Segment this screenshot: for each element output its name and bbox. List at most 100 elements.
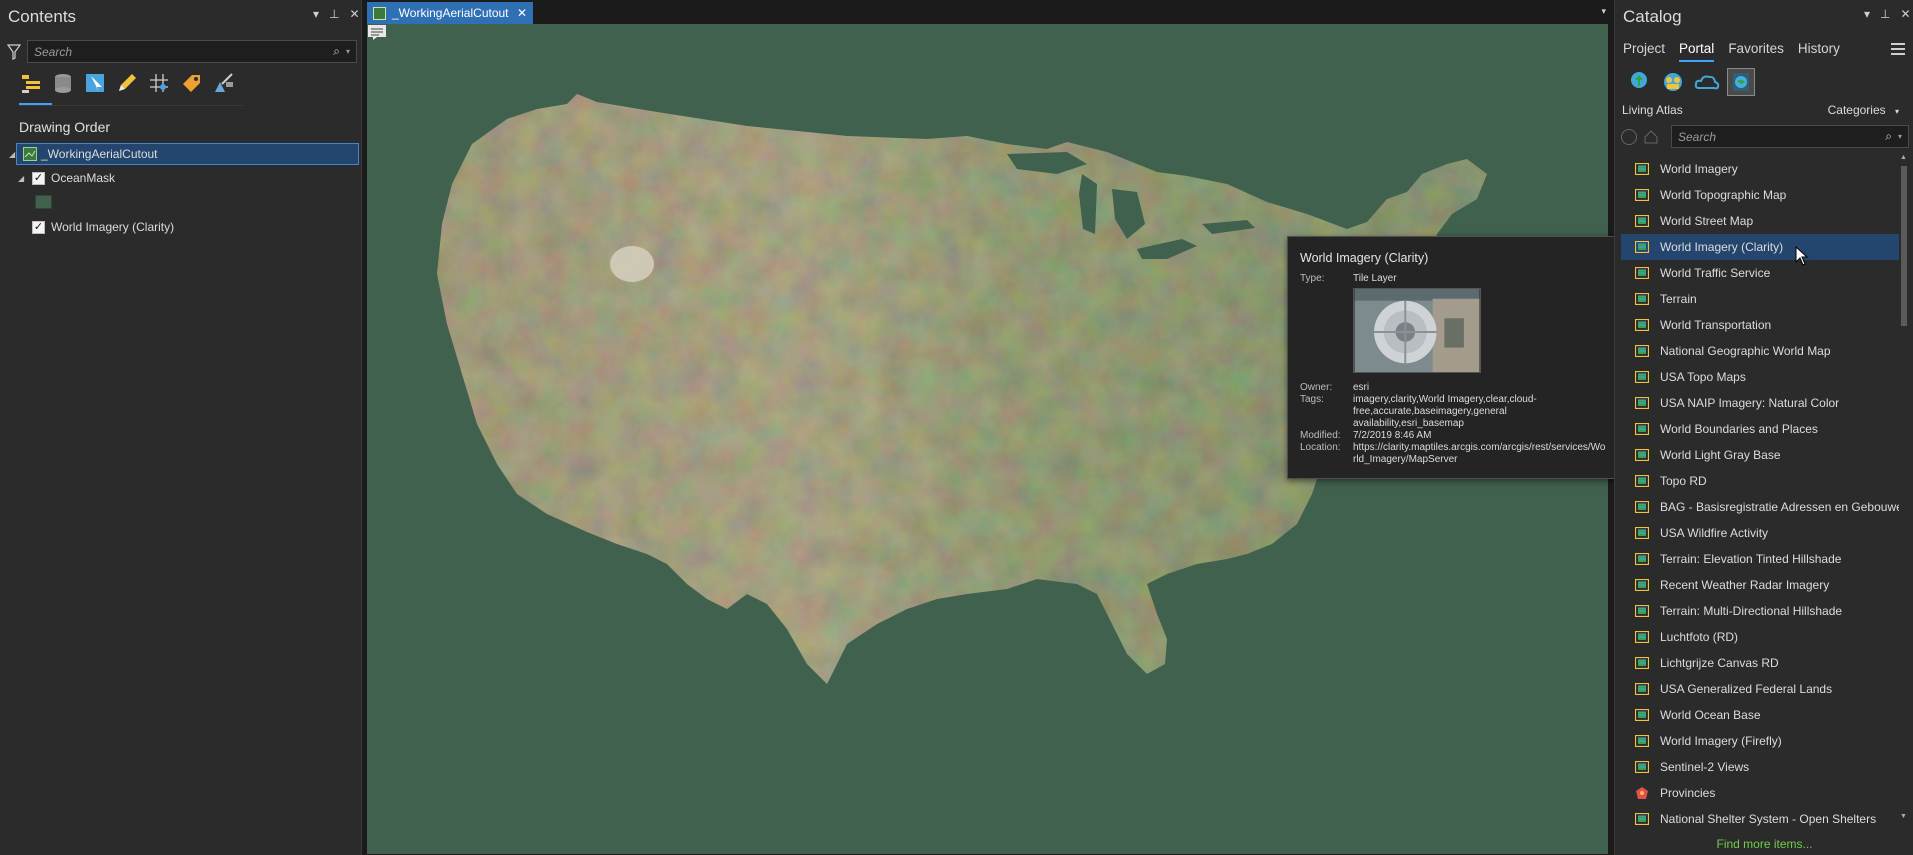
catalog-list-item[interactable]: Terrain [1621, 286, 1899, 312]
catalog-item-label: National Geographic World Map [1660, 344, 1831, 358]
catalog-item-label: Terrain: Multi-Directional Hillshade [1660, 604, 1843, 618]
search-options-chevron-icon[interactable]: ▾ [346, 47, 350, 56]
catalog-item-label: World Boundaries and Places [1660, 422, 1818, 436]
catalog-list-item[interactable]: National Shelter System - Open Shelters [1621, 806, 1899, 832]
close-tab-icon[interactable]: ✕ [517, 6, 527, 20]
search-icon[interactable]: ⌕ [333, 44, 340, 59]
tooltip-owner-value: esri [1353, 382, 1370, 393]
search-icon[interactable]: ⌕ [1885, 129, 1892, 144]
catalog-search-box: ⌕ ▾ [1671, 125, 1909, 148]
catalog-list-item[interactable]: World Street Map [1621, 208, 1899, 234]
catalog-list-item[interactable]: World Imagery [1621, 156, 1899, 182]
collapse-arrow-icon[interactable]: ◢ [9, 150, 19, 159]
catalog-list-item[interactable]: USA Topo Maps [1621, 364, 1899, 390]
close-icon[interactable]: ✕ [349, 7, 359, 21]
tooltip-location-value: https://clarity.maptiles.arcgis.com/arcg… [1353, 442, 1606, 465]
search-options-chevron-icon[interactable]: ▾ [1898, 132, 1902, 141]
catalog-item-label: World Ocean Base [1660, 708, 1761, 722]
ocean-mask-symbol-swatch[interactable] [35, 195, 52, 209]
tile-layer-icon [1635, 657, 1649, 669]
tooltip-owner-row: Owner: esri [1300, 382, 1608, 394]
catalog-list-item[interactable]: World Transportation [1621, 312, 1899, 338]
catalog-list-item[interactable]: BAG - Basisregistratie Adressen en Gebou… [1621, 494, 1899, 520]
categories-dropdown[interactable]: Categories ▾ [1828, 103, 1899, 117]
layer-row-world-imagery-clarity[interactable]: ✓ World Imagery (Clarity) [16, 216, 174, 238]
catalog-item-label: Provincies [1660, 786, 1716, 800]
catalog-item-label: Luchtfoto (RD) [1660, 630, 1739, 644]
pane-options-icon[interactable]: ▾ [313, 7, 319, 21]
collapse-arrow-icon[interactable]: ◢ [18, 174, 28, 183]
scroll-down-icon[interactable]: ▼ [1900, 813, 1907, 820]
tab-favorites[interactable]: Favorites [1728, 41, 1784, 62]
catalog-list-item[interactable]: USA Wildfire Activity [1621, 520, 1899, 546]
tile-layer-icon [1635, 345, 1649, 357]
chevron-down-icon: ▾ [1894, 107, 1899, 116]
all-portal-icon[interactable] [1693, 68, 1721, 96]
catalog-list-item[interactable]: World Topographic Map [1621, 182, 1899, 208]
catalog-menu-icon[interactable] [1891, 43, 1905, 58]
filter-icon[interactable] [6, 44, 22, 65]
tab-project[interactable]: Project [1623, 41, 1665, 62]
catalog-list-item[interactable]: USA Generalized Federal Lands [1621, 676, 1899, 702]
catalog-list-item[interactable]: Terrain: Multi-Directional Hillshade [1621, 598, 1899, 624]
groups-icon[interactable] [1659, 68, 1687, 96]
catalog-list-item[interactable]: World Imagery (Firefly) [1621, 728, 1899, 754]
catalog-title: Catalog [1623, 7, 1682, 26]
tile-layer-icon [1635, 371, 1649, 383]
layer-visibility-checkbox[interactable]: ✓ [32, 220, 45, 234]
catalog-list-item[interactable]: Topo RD [1621, 468, 1899, 494]
pin-icon[interactable]: ⊥ [1880, 7, 1890, 21]
back-icon[interactable] [1621, 129, 1637, 145]
tooltip-title: World Imagery (Clarity) [1300, 251, 1429, 265]
list-by-data-source-icon[interactable] [52, 72, 74, 94]
scroll-up-icon[interactable]: ▲ [1900, 154, 1907, 161]
catalog-list-item[interactable]: World Traffic Service [1621, 260, 1899, 286]
list-by-drawing-order-icon[interactable] [20, 72, 42, 94]
layer-label: OceanMask [51, 171, 116, 185]
catalog-list-item[interactable]: Provincies [1621, 780, 1899, 806]
catalog-item-label: Lichtgrijze Canvas RD [1660, 656, 1779, 670]
tab-working-aerial-cutout[interactable]: _WorkingAerialCutout ✕ [367, 2, 533, 24]
catalog-list-item[interactable]: Recent Weather Radar Imagery [1621, 572, 1899, 598]
catalog-list-item[interactable]: World Imagery (Clarity) [1621, 234, 1899, 260]
catalog-list-item[interactable]: USA NAIP Imagery: Natural Color [1621, 390, 1899, 416]
tile-layer-icon [1635, 553, 1649, 565]
list-by-perspective-imagery-icon[interactable] [212, 72, 234, 94]
catalog-item-label: World Imagery [1660, 162, 1738, 176]
living-atlas-icon[interactable] [1727, 68, 1755, 96]
catalog-item-label: World Light Gray Base [1660, 448, 1781, 462]
home-icon[interactable] [1643, 129, 1659, 145]
list-by-snapping-icon[interactable] [148, 72, 170, 94]
tile-layer-icon [1635, 527, 1649, 539]
list-by-selection-icon[interactable] [84, 72, 106, 94]
layer-visibility-checkbox[interactable]: ✓ [32, 171, 45, 185]
catalog-list-item[interactable]: Luchtfoto (RD) [1621, 624, 1899, 650]
pane-options-icon[interactable]: ▾ [1864, 7, 1870, 21]
catalog-list-item[interactable]: World Ocean Base [1621, 702, 1899, 728]
catalog-list-item[interactable]: World Light Gray Base [1621, 442, 1899, 468]
catalog-scrollbar[interactable]: ▲ ▼ [1900, 154, 1908, 820]
my-content-icon[interactable] [1625, 68, 1653, 96]
tooltip-modified-key: Modified: [1300, 430, 1341, 441]
contents-search-input[interactable] [34, 44, 334, 59]
tile-layer-icon [1635, 605, 1649, 617]
list-by-labeling-icon[interactable] [180, 72, 202, 94]
pin-icon[interactable]: ⊥ [329, 7, 339, 21]
tab-portal[interactable]: Portal [1679, 41, 1715, 62]
layer-row-working-aerial-cutout[interactable]: ◢ _WorkingAerialCutout [9, 143, 359, 165]
tab-list-dropdown-icon[interactable]: ▾ [1601, 6, 1606, 17]
find-more-items-link[interactable]: Find more items... [1615, 837, 1913, 851]
catalog-list-item[interactable]: Terrain: Elevation Tinted Hillshade [1621, 546, 1899, 572]
catalog-list-item[interactable]: World Boundaries and Places [1621, 416, 1899, 442]
catalog-list-item[interactable]: National Geographic World Map [1621, 338, 1899, 364]
tab-history[interactable]: History [1798, 41, 1840, 62]
tile-layer-icon [1635, 397, 1649, 409]
list-by-editing-icon[interactable] [116, 72, 138, 94]
map-tips-icon[interactable] [367, 24, 387, 40]
scrollbar-thumb[interactable] [1901, 166, 1907, 326]
catalog-search-input[interactable] [1678, 129, 1886, 144]
catalog-list-item[interactable]: Lichtgrijze Canvas RD [1621, 650, 1899, 676]
close-icon[interactable]: ✕ [1900, 7, 1910, 21]
catalog-list-item[interactable]: Sentinel-2 Views [1621, 754, 1899, 780]
layer-row-ocean-mask[interactable]: ◢ ✓ OceanMask [16, 167, 115, 189]
